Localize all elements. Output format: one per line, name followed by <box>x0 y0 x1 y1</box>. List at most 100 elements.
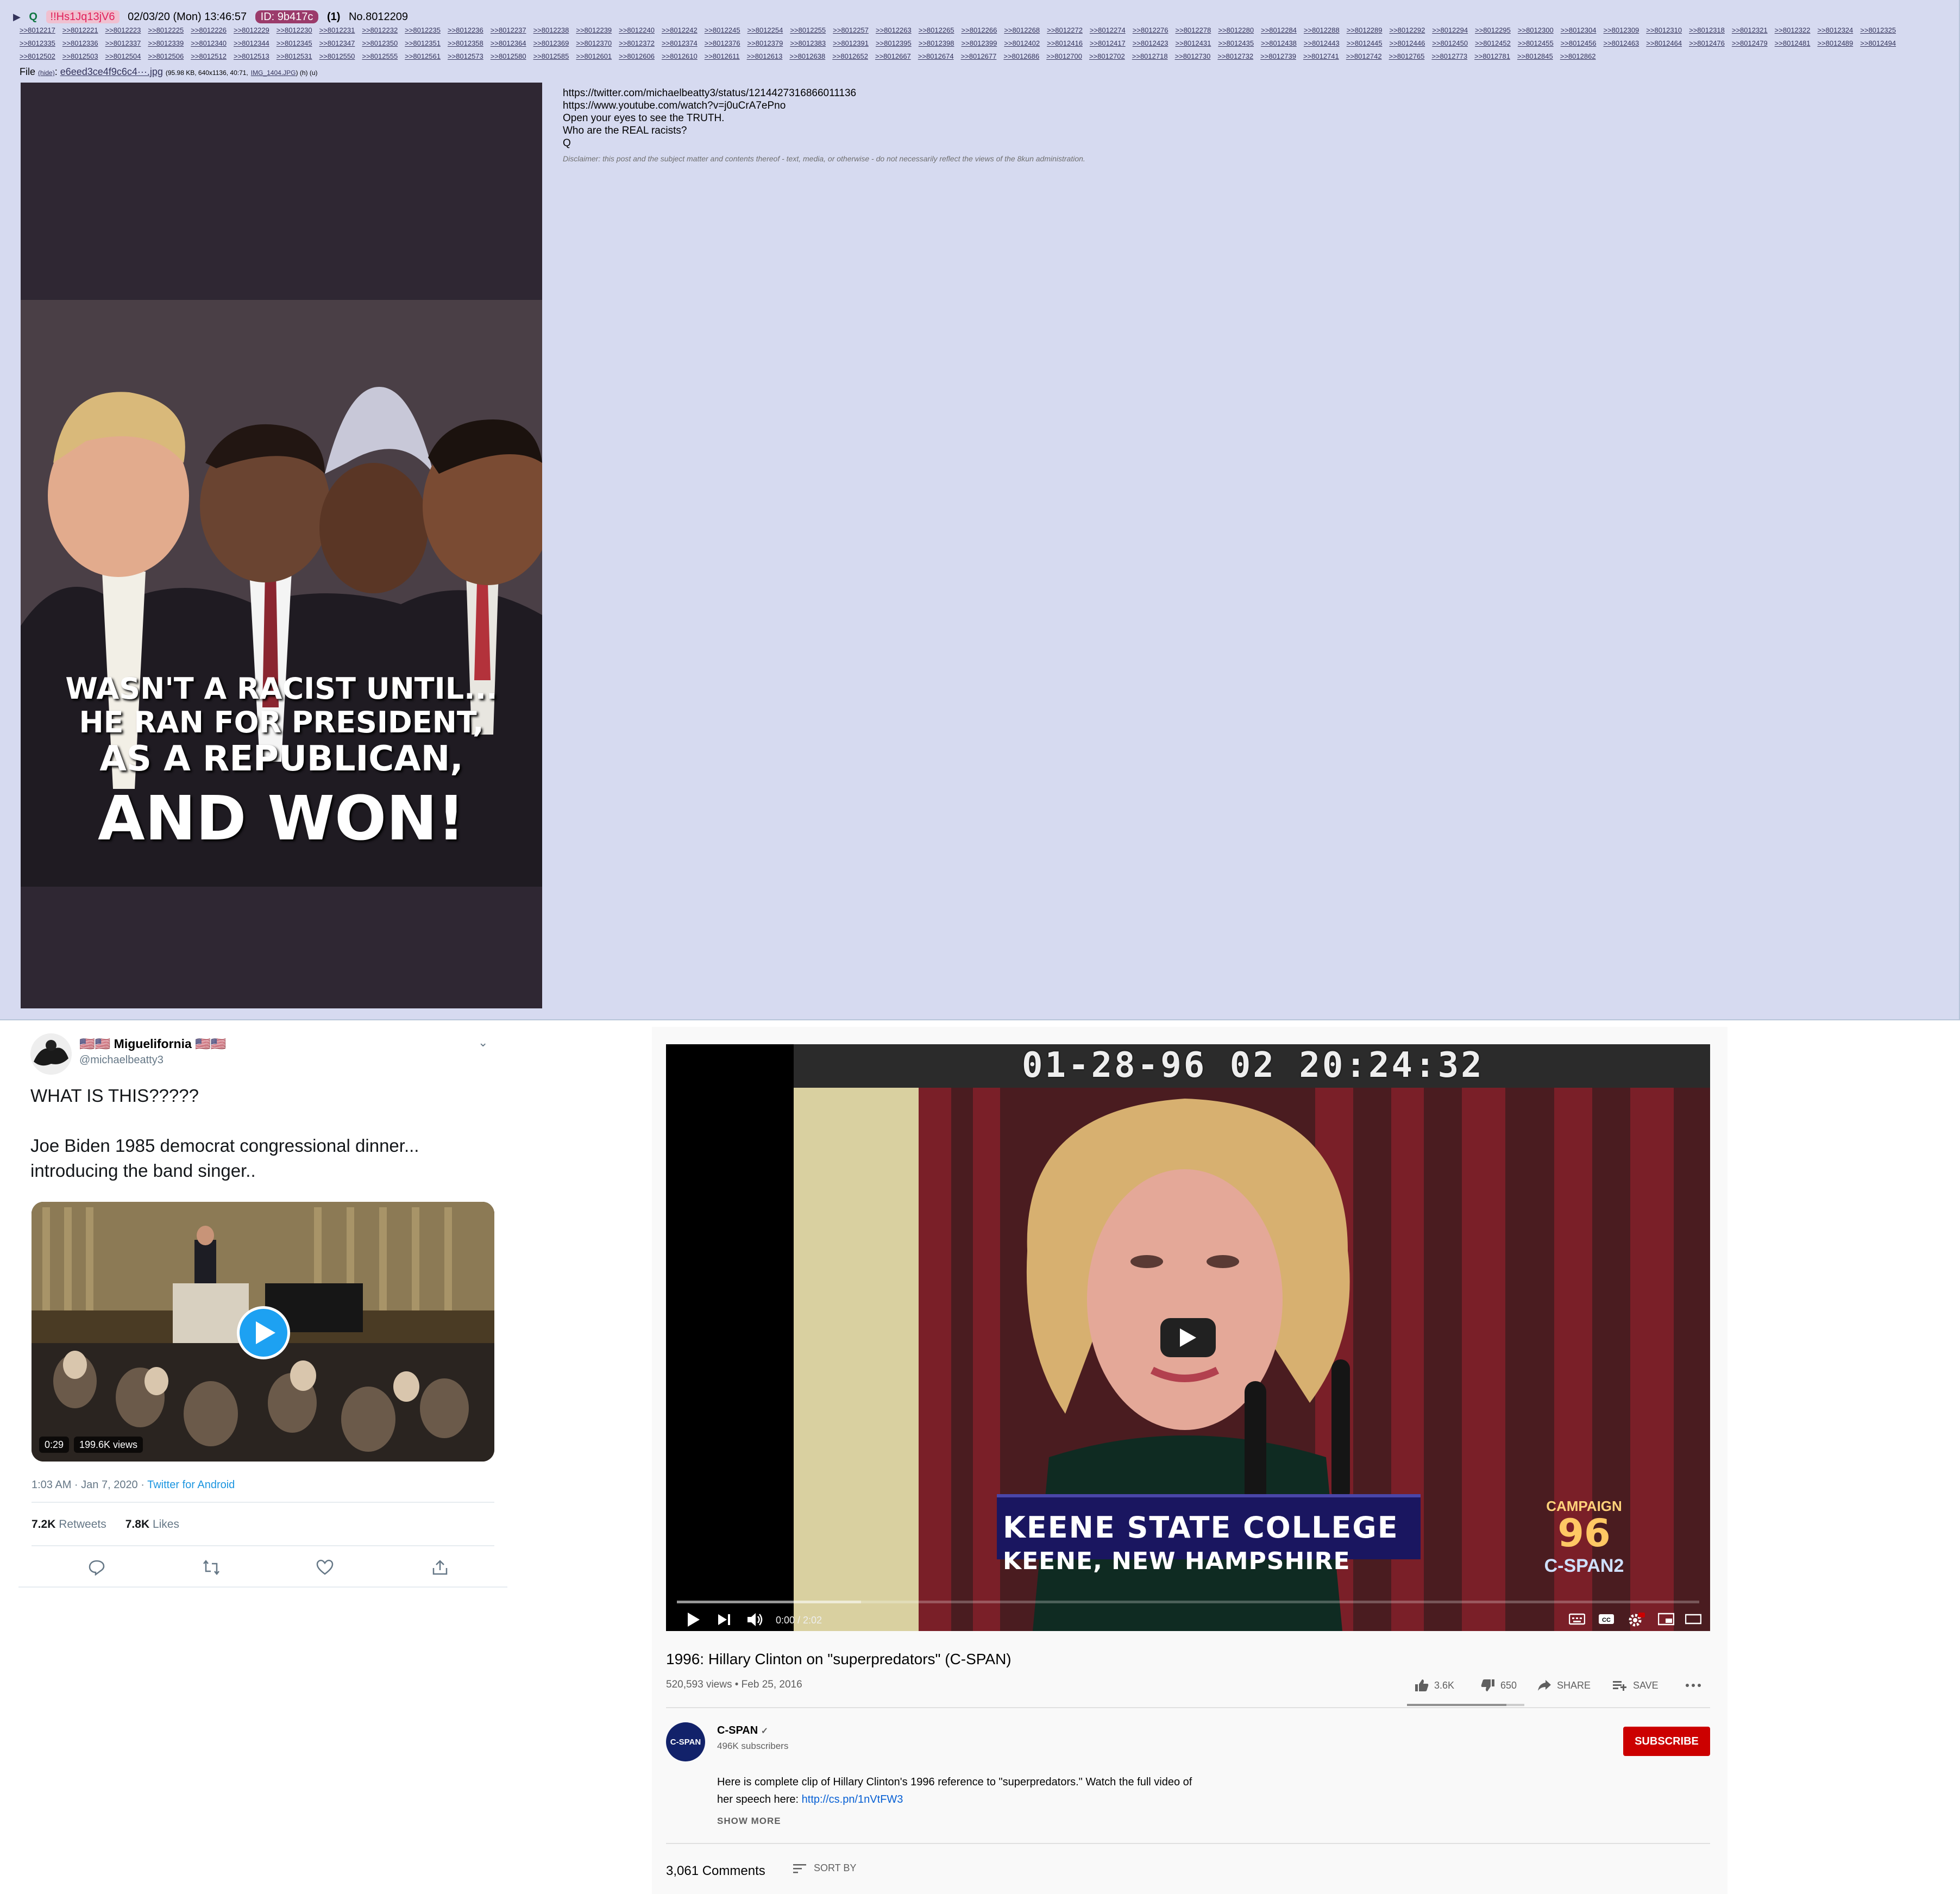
backlink[interactable]: >>8012374 <box>662 37 698 50</box>
backlink[interactable]: >>8012781 <box>1474 50 1510 63</box>
backlink[interactable]: >>8012337 <box>105 37 141 50</box>
backlink[interactable]: >>8012263 <box>876 24 912 37</box>
play-icon[interactable] <box>237 1306 290 1359</box>
backlink[interactable]: >>8012310 <box>1646 24 1682 37</box>
channel-avatar[interactable]: C-SPAN <box>666 1722 705 1761</box>
backlink[interactable]: >>8012318 <box>1689 24 1725 37</box>
backlink[interactable]: >>8012742 <box>1346 50 1382 63</box>
video-player[interactable]: 01-28-96 02 20:24:32 KEENE STATE COLLEGE… <box>666 1044 1710 1631</box>
retweet-icon[interactable] <box>202 1559 222 1576</box>
share-icon[interactable] <box>431 1559 451 1576</box>
subtitles-keyboard-icon[interactable] <box>1568 1613 1586 1628</box>
backlink[interactable]: >>8012489 <box>1817 37 1853 50</box>
poster-tripcode[interactable]: !!Hs1Jq13jV6 <box>46 10 120 23</box>
backlink[interactable]: >>8012700 <box>1046 50 1082 63</box>
captions-icon[interactable]: CC <box>1598 1613 1615 1628</box>
backlink[interactable]: >>8012265 <box>919 24 954 37</box>
backlink[interactable]: >>8012236 <box>448 24 483 37</box>
backlink[interactable]: >>8012325 <box>1860 24 1896 37</box>
backlink[interactable]: >>8012237 <box>491 24 526 37</box>
like-label[interactable]: Likes <box>149 1518 179 1531</box>
backlink[interactable]: >>8012292 <box>1390 24 1425 37</box>
like-button[interactable]: 3.6K <box>1415 1677 1454 1694</box>
youtube-link[interactable]: https://www.youtube.com/watch?v=j0uCrA7e… <box>563 99 1085 112</box>
backlink[interactable]: >>8012226 <box>191 24 227 37</box>
subscribe-button[interactable]: SUBSCRIBE <box>1623 1727 1710 1756</box>
backlink[interactable]: >>8012667 <box>875 50 911 63</box>
backlink[interactable]: >>8012580 <box>491 50 526 63</box>
next-icon[interactable] <box>718 1613 731 1629</box>
backlink[interactable]: >>8012702 <box>1089 50 1125 63</box>
backlink[interactable]: >>8012512 <box>191 50 227 63</box>
backlink[interactable]: >>8012585 <box>533 50 569 63</box>
backlink[interactable]: >>8012862 <box>1560 50 1596 63</box>
backlink[interactable]: >>8012231 <box>319 24 355 37</box>
tweet-video[interactable]: 0:29 199.6K views <box>32 1202 494 1462</box>
backlink[interactable]: >>8012255 <box>790 24 826 37</box>
backlink[interactable]: >>8012494 <box>1860 37 1896 50</box>
tweet-display-name[interactable]: 🇺🇸🇺🇸 Miguelifornia 🇺🇸🇺🇸 <box>79 1037 226 1051</box>
backlink[interactable]: >>8012288 <box>1304 24 1340 37</box>
backlink[interactable]: >>8012229 <box>234 24 269 37</box>
theater-mode-icon[interactable] <box>1685 1613 1702 1628</box>
dislike-button[interactable]: 650 <box>1481 1677 1517 1694</box>
backlink[interactable]: >>8012336 <box>62 37 98 50</box>
backlink[interactable]: >>8012423 <box>1133 37 1169 50</box>
backlink[interactable]: >>8012443 <box>1304 37 1340 50</box>
channel-name[interactable]: C-SPAN ✓ <box>717 1724 768 1737</box>
tweet-handle[interactable]: @michaelbeatty3 <box>79 1054 164 1067</box>
backlink[interactable]: >>8012304 <box>1561 24 1597 37</box>
backlink[interactable]: >>8012344 <box>234 37 269 50</box>
backlink[interactable]: >>8012324 <box>1817 24 1853 37</box>
backlink[interactable]: >>8012456 <box>1561 37 1597 50</box>
post-image[interactable]: WASN'T A RACIST UNTIL... HE RAN FOR PRES… <box>21 83 542 1008</box>
backlink[interactable]: >>8012254 <box>747 24 783 37</box>
backlink[interactable]: >>8012610 <box>662 50 698 63</box>
backlink[interactable]: >>8012230 <box>277 24 312 37</box>
tweet-source-link[interactable]: Twitter for Android <box>147 1479 235 1491</box>
backlink[interactable]: >>8012350 <box>362 37 398 50</box>
backlink[interactable]: >>8012221 <box>62 24 98 37</box>
reply-icon[interactable] <box>88 1559 108 1576</box>
backlink[interactable]: >>8012476 <box>1689 37 1725 50</box>
backlink[interactable]: >>8012845 <box>1517 50 1553 63</box>
file-extra-links[interactable]: ) (h) (u) <box>296 69 318 77</box>
backlink[interactable]: >>8012223 <box>105 24 141 37</box>
backlink[interactable]: >>8012677 <box>961 50 997 63</box>
backlink[interactable]: >>8012240 <box>619 24 655 37</box>
backlink[interactable]: >>8012351 <box>405 37 441 50</box>
backlink[interactable]: >>8012446 <box>1390 37 1425 50</box>
backlink[interactable]: >>8012611 <box>705 50 740 63</box>
channel-name-text[interactable]: C-SPAN <box>717 1724 758 1736</box>
backlink[interactable]: >>8012638 <box>789 50 825 63</box>
backlink[interactable]: >>8012340 <box>191 37 227 50</box>
backlink[interactable]: >>8012376 <box>705 37 740 50</box>
hide-file-link[interactable]: (hide) <box>38 69 55 77</box>
backlink[interactable]: >>8012379 <box>747 37 783 50</box>
backlink[interactable]: >>8012280 <box>1218 24 1254 37</box>
backlink[interactable]: >>8012503 <box>62 50 98 63</box>
backlink[interactable]: >>8012335 <box>20 37 55 50</box>
big-play-button[interactable] <box>1160 1318 1216 1357</box>
post-number[interactable]: No.8012209 <box>349 10 408 23</box>
backlink[interactable]: >>8012550 <box>319 50 355 63</box>
backlink[interactable]: >>8012217 <box>20 24 55 37</box>
backlink[interactable]: >>8012652 <box>832 50 868 63</box>
backlink[interactable]: >>8012739 <box>1260 50 1296 63</box>
backlink[interactable]: >>8012278 <box>1176 24 1211 37</box>
backlink[interactable]: >>8012289 <box>1347 24 1383 37</box>
backlink[interactable]: >>8012309 <box>1603 24 1639 37</box>
backlink[interactable]: >>8012321 <box>1732 24 1768 37</box>
file-original-name[interactable]: IMG_1404.JPG <box>251 69 296 77</box>
backlink[interactable]: >>8012391 <box>833 37 869 50</box>
backlink[interactable]: >>8012295 <box>1475 24 1511 37</box>
backlink[interactable]: >>8012402 <box>1004 37 1040 50</box>
backlink[interactable]: >>8012322 <box>1775 24 1811 37</box>
backlink[interactable]: >>8012606 <box>619 50 655 63</box>
more-actions-icon[interactable] <box>1685 1677 1701 1694</box>
backlink[interactable]: >>8012274 <box>1090 24 1126 37</box>
settings-gear-icon[interactable] <box>1628 1613 1645 1630</box>
backlink[interactable]: >>8012773 <box>1431 50 1467 63</box>
miniplayer-icon[interactable] <box>1657 1613 1675 1628</box>
backlink[interactable]: >>8012732 <box>1217 50 1253 63</box>
